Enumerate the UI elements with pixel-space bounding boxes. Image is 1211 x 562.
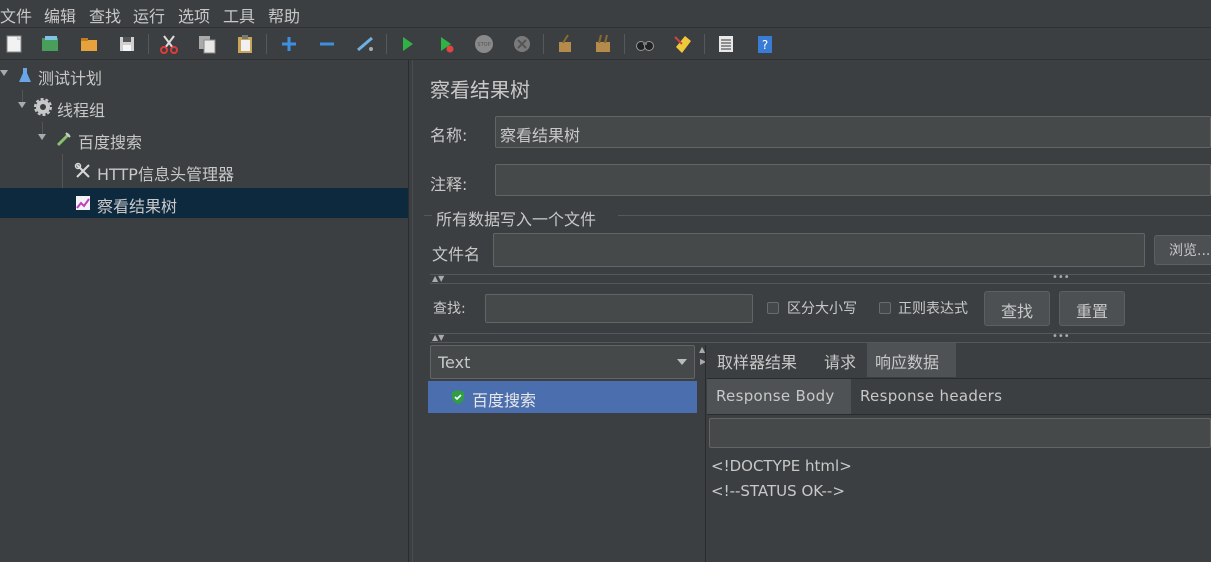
find-button[interactable]: 查找	[984, 291, 1050, 326]
split-arrows-icon[interactable]: ▲▼	[432, 274, 444, 283]
drag-handle-icon[interactable]: •••	[1052, 272, 1070, 283]
renderer-select[interactable]: Text	[430, 345, 695, 379]
name-label: 名称:	[430, 126, 468, 145]
comment-field[interactable]	[495, 164, 1211, 196]
expand-arrow-icon[interactable]	[0, 70, 8, 76]
tab-response-data[interactable]: 响应数据	[867, 343, 956, 377]
tree-node-http-header-manager[interactable]: HTTP信息头管理器	[0, 156, 408, 186]
tree-label: 百度搜索	[78, 133, 143, 152]
drag-handle-icon[interactable]: •••	[1052, 331, 1070, 342]
filename-label: 文件名	[432, 245, 481, 264]
collapse-icon[interactable]	[316, 33, 338, 55]
sample-result-list: 百度搜索	[428, 381, 698, 562]
expand-arrow-icon[interactable]	[38, 134, 46, 140]
svg-text:STOP: STOP	[477, 42, 490, 48]
search-field[interactable]	[485, 294, 753, 323]
filename-field[interactable]	[493, 233, 1145, 267]
pipette-icon	[55, 130, 73, 148]
chart-icon	[74, 194, 92, 212]
chevron-down-icon	[677, 359, 687, 365]
tab-response-headers[interactable]: Response headers	[851, 379, 1011, 415]
menu-search[interactable]: 查找	[89, 3, 121, 27]
list-item[interactable]: 百度搜索	[428, 381, 697, 413]
stop-icon[interactable]: STOP	[473, 33, 495, 55]
new-icon[interactable]	[3, 33, 25, 55]
success-shield-icon	[450, 389, 466, 405]
case-sensitive-label: 区分大小写	[787, 301, 857, 317]
browse-button[interactable]: 浏览...	[1154, 235, 1211, 265]
menu-edit[interactable]: 编辑	[44, 3, 76, 27]
response-body-line: <!--STATUS OK-->	[711, 482, 845, 500]
page-title: 察看结果树	[430, 78, 530, 102]
tree-node-test-plan[interactable]: 测试计划	[0, 60, 408, 90]
split-arrows-icon[interactable]: ▲▼	[432, 333, 444, 342]
tree-label: 察看结果树	[97, 197, 178, 216]
flask-icon	[16, 66, 34, 84]
renderer-value: Text	[438, 353, 471, 372]
cut-icon[interactable]	[158, 33, 180, 55]
tree-label: 测试计划	[38, 69, 103, 88]
templates-icon[interactable]	[39, 33, 61, 55]
search-icon[interactable]	[634, 33, 656, 55]
response-search-field[interactable]	[709, 418, 1211, 448]
start-no-pause-icon[interactable]	[435, 33, 457, 55]
help-icon[interactable]: ?	[754, 33, 776, 55]
response-body-line: <!DOCTYPE html>	[711, 457, 852, 475]
regex-checkbox[interactable]	[879, 302, 891, 314]
copy-icon[interactable]	[196, 33, 218, 55]
expand-arrow-icon[interactable]	[18, 102, 26, 108]
toolbar: STOP ?	[0, 27, 1211, 60]
tab-response-body[interactable]: Response Body	[707, 379, 851, 415]
tree-node-thread-group[interactable]: 线程组	[0, 92, 408, 122]
comment-label: 注释:	[430, 175, 468, 194]
gear-icon	[34, 98, 52, 116]
tree-label: 线程组	[57, 101, 106, 120]
start-icon[interactable]	[396, 33, 418, 55]
paste-icon[interactable]	[234, 33, 256, 55]
menu-options[interactable]: 选项	[178, 3, 210, 27]
tree-label: HTTP信息头管理器	[97, 165, 234, 184]
tree-node-baidu-search[interactable]: 百度搜索	[0, 124, 408, 154]
tree-node-view-results-tree[interactable]: 察看结果树	[0, 188, 408, 218]
expand-icon[interactable]	[278, 33, 300, 55]
sample-label: 百度搜索	[472, 391, 537, 410]
test-plan-tree: 测试计划 线程组 百度搜索 HTTP信息头管理器 察看结果树	[0, 60, 408, 562]
reset-button[interactable]: 重置	[1059, 291, 1125, 326]
tab-request[interactable]: 请求	[816, 343, 864, 377]
svg-text:?: ?	[762, 38, 768, 52]
case-sensitive-checkbox[interactable]	[767, 302, 779, 314]
wrench-icon	[74, 162, 92, 180]
name-field[interactable]: 察看结果树	[495, 116, 1211, 148]
function-helper-icon[interactable]	[715, 33, 737, 55]
results-splitter[interactable]: ▲ ▶	[697, 345, 707, 562]
search-label: 查找:	[433, 301, 466, 317]
toggle-icon[interactable]	[354, 33, 376, 55]
clear-icon[interactable]	[554, 33, 576, 55]
menu-file[interactable]: 文件	[0, 3, 32, 27]
tab-sampler-result[interactable]: 取样器结果	[709, 343, 805, 377]
menu-tools[interactable]: 工具	[223, 3, 255, 27]
shutdown-icon[interactable]	[511, 33, 533, 55]
open-icon[interactable]	[78, 33, 100, 55]
menu-bar: 文件 编辑 查找 运行 选项 工具 帮助	[0, 0, 1211, 27]
file-group-title: 所有数据写入一个文件	[436, 210, 597, 229]
save-icon[interactable]	[116, 33, 138, 55]
menu-run[interactable]: 运行	[133, 3, 165, 27]
reset-search-icon[interactable]	[672, 33, 694, 55]
clear-all-icon[interactable]	[592, 33, 614, 55]
tree-splitter[interactable]	[408, 60, 418, 562]
regex-label: 正则表达式	[898, 301, 968, 317]
menu-help[interactable]: 帮助	[268, 3, 300, 27]
